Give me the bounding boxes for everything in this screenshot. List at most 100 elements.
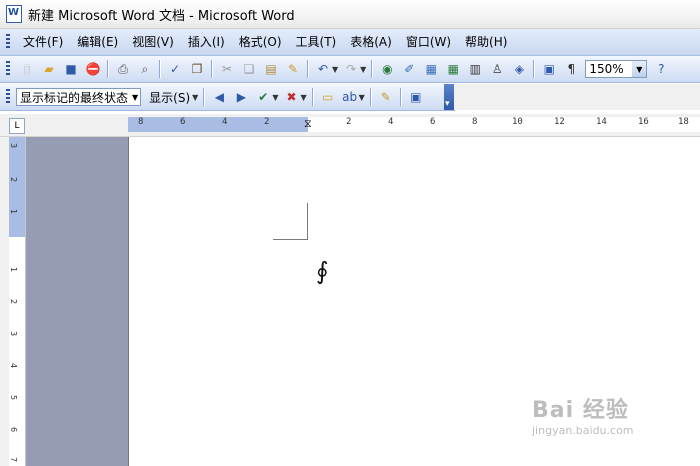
ruler-tick: 6	[430, 117, 436, 127]
tables-borders-icon[interactable]: ✐	[400, 60, 418, 78]
copy-icon[interactable]: ❏	[240, 60, 258, 78]
ruler-tick: 6	[9, 426, 19, 433]
ruler-tick: 4	[9, 362, 19, 369]
standard-toolbar: ▯ ▰ ■ ⛔ ⎙ ⌕ ✓ ❐ ✂ ❏ ▤ ✎ ↶ ▼ ↷ ▼ ◉ ✐ ▦ ▦ …	[0, 56, 700, 83]
menu-insert[interactable]: 插入(I)	[181, 32, 232, 52]
insert-excel-icon[interactable]: ▦	[444, 60, 462, 78]
ruler-tick: 2	[9, 298, 19, 305]
toolbar-grip-icon[interactable]	[6, 34, 10, 50]
spelling-icon[interactable]: ✓	[166, 60, 184, 78]
word-app-icon[interactable]	[6, 5, 22, 23]
chevron-down-icon[interactable]: ▼	[360, 65, 366, 74]
menu-help[interactable]: 帮助(H)	[458, 32, 514, 52]
separator	[307, 60, 309, 78]
ruler-tick: 3	[9, 330, 19, 337]
menu-view[interactable]: 视图(V)	[125, 32, 181, 52]
separator	[203, 88, 206, 106]
ruler-tick: 2	[346, 117, 352, 127]
undo-icon[interactable]: ↶	[314, 60, 332, 78]
left-frame	[0, 137, 9, 466]
help-icon[interactable]: ?	[652, 60, 670, 78]
format-painter-icon[interactable]: ✎	[284, 60, 302, 78]
ruler-tick: 1	[9, 266, 19, 273]
toolbar-options-icon[interactable]	[444, 84, 454, 110]
horizontal-ruler[interactable]: 8 6 4 2 ⧖ 2 4 6 8 10 12 14 16 18	[128, 117, 700, 132]
indent-marker-icon[interactable]: ⧖	[304, 117, 312, 131]
ruler-top-margin	[9, 137, 25, 237]
markup-status-select[interactable]: 显示标记的最终状态 ▼	[16, 88, 142, 106]
accept-change-icon[interactable]: ✔	[254, 88, 272, 106]
watermark-url: jingyan.baidu.com	[532, 424, 634, 437]
zoom-value: 150%	[589, 62, 624, 76]
window-title: 新建 Microsoft Word 文档 - Microsoft Word	[28, 8, 295, 24]
ruler-tick: 12	[554, 117, 565, 127]
separator	[159, 60, 161, 78]
highlight-icon[interactable]: ab	[341, 88, 359, 106]
research-icon[interactable]: ❐	[188, 60, 206, 78]
cut-icon[interactable]: ✂	[218, 60, 236, 78]
paste-icon[interactable]: ▤	[262, 60, 280, 78]
drawing-icon[interactable]: ♙	[488, 60, 506, 78]
ruler-tick: 16	[638, 117, 649, 127]
tab-selector[interactable]: L	[9, 118, 25, 134]
text-boundary-mark	[273, 239, 308, 240]
columns-icon[interactable]: ▥	[466, 60, 484, 78]
ruler-left-margin	[128, 117, 308, 132]
redo-icon[interactable]: ↷	[342, 60, 360, 78]
ruler-tick: 4	[222, 117, 228, 127]
chevron-down-icon[interactable]: ▼	[632, 61, 647, 77]
chevron-down-icon[interactable]: ▼	[359, 93, 365, 102]
menu-file[interactable]: 文件(F)	[16, 32, 70, 52]
track-changes-icon[interactable]: ✎	[377, 88, 395, 106]
menu-bar: 文件(F) 编辑(E) 视图(V) 插入(I) 格式(O) 工具(T) 表格(A…	[0, 29, 700, 56]
chevron-down-icon[interactable]: ▼	[192, 93, 198, 102]
new-comment-icon[interactable]: ▭	[319, 88, 337, 106]
menu-window[interactable]: 窗口(W)	[399, 32, 458, 52]
ruler-tick: 4	[388, 117, 394, 127]
next-change-icon[interactable]: ▶	[232, 88, 250, 106]
chevron-down-icon[interactable]: ▼	[300, 93, 306, 102]
menu-edit[interactable]: 编辑(E)	[70, 32, 125, 52]
ruler-tick: 8	[472, 117, 478, 127]
ruler-tick: 2	[264, 117, 270, 127]
separator	[369, 88, 372, 106]
ruler-tick: 18	[678, 117, 689, 127]
chevron-down-icon[interactable]: ▼	[132, 93, 138, 102]
show-markup-menu[interactable]: 显示(S)	[145, 89, 194, 106]
previous-change-icon[interactable]: ◀	[210, 88, 228, 106]
permission-icon[interactable]: ⛔	[84, 60, 102, 78]
show-hide-icon[interactable]: ¶	[562, 60, 580, 78]
toolbar-grip-icon[interactable]	[6, 61, 10, 77]
vertical-ruler[interactable]: 3 2 1 1 2 3 4 5 6 7	[9, 137, 26, 466]
separator	[311, 88, 314, 106]
reviewing-toolbar: 显示标记的最终状态 ▼ 显示(S) ▼ ◀ ▶ ✔ ▼ ✖ ▼ ▭ ab ▼ ✎…	[0, 84, 455, 111]
toolbar-grip-icon[interactable]	[6, 89, 10, 105]
horizontal-ruler-row: L 8 6 4 2 ⧖ 2 4 6 8 10 12 14 16 18	[0, 114, 700, 137]
open-folder-icon[interactable]: ▰	[40, 60, 58, 78]
ruler-tick: 3	[9, 142, 19, 149]
menu-format[interactable]: 格式(O)	[232, 32, 289, 52]
reviewing-pane-icon[interactable]: ▣	[407, 88, 425, 106]
ruler-tick: 1	[9, 208, 19, 215]
chevron-down-icon[interactable]: ▼	[332, 65, 338, 74]
ruler-tick: 5	[9, 394, 19, 401]
save-icon[interactable]: ■	[62, 60, 80, 78]
document-map-icon[interactable]: ◈	[510, 60, 528, 78]
print-preview-icon[interactable]: ⌕	[136, 60, 154, 78]
hyperlink-icon[interactable]: ◉	[378, 60, 396, 78]
print-icon[interactable]: ⎙	[114, 60, 132, 78]
separator	[533, 60, 536, 78]
insert-table-icon[interactable]: ▦	[422, 60, 440, 78]
reject-change-icon[interactable]: ✖	[282, 88, 300, 106]
document-symbol: ∮	[316, 257, 329, 285]
ruler-tick: 6	[180, 117, 186, 127]
menu-tools[interactable]: 工具(T)	[289, 32, 344, 52]
chevron-down-icon[interactable]: ▼	[272, 93, 278, 102]
separator	[107, 60, 109, 78]
zoom-select[interactable]: 150% ▼	[585, 60, 648, 78]
text-boundary-mark	[307, 203, 308, 239]
new-document-icon[interactable]: ▯	[18, 60, 36, 78]
ruler-tick: 7	[9, 456, 19, 463]
read-icon[interactable]: ▣	[540, 60, 558, 78]
menu-table[interactable]: 表格(A)	[343, 32, 399, 52]
